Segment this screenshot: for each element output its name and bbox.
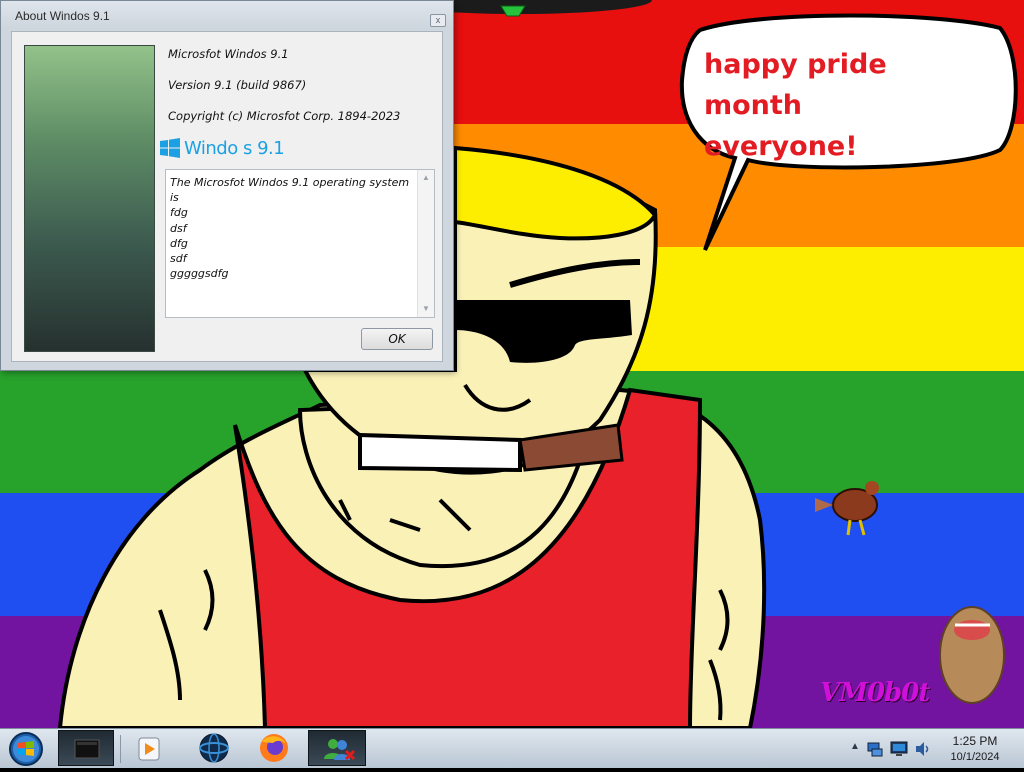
watermark-text: VM0b0t <box>820 678 930 708</box>
copyright-text: Copyright (c) Microsfot Corp. 1894-2023 <box>168 109 401 123</box>
mascot-sticker <box>939 606 1005 704</box>
messenger-icon <box>324 739 356 761</box>
dialog-title: About Windos 9.1 <box>15 9 110 23</box>
dialog-client-area: Microsfot Windos 9.1 Version 9.1 (build … <box>11 31 443 362</box>
firefox-icon <box>260 734 288 762</box>
description-line: fdg <box>170 206 188 220</box>
ok-button[interactable]: OK <box>361 328 433 350</box>
description-line: gggggsdfg <box>170 267 229 281</box>
show-hidden-icons-button[interactable]: ▲ <box>850 741 860 752</box>
description-line: dsf <box>170 221 187 235</box>
description-line: The Microsfot Windos 9.1 operating syste… <box>170 176 410 189</box>
description-line: is <box>170 191 179 205</box>
teeth <box>358 432 522 473</box>
description-line: sdf <box>170 252 187 266</box>
taskbar-item-firefox[interactable] <box>246 730 302 766</box>
windows-logo-icon <box>160 138 180 158</box>
taskbar-item-globe-browser[interactable] <box>186 730 242 766</box>
taskbar-item-media-player[interactable] <box>122 730 178 766</box>
version-text: Version 9.1 (build 9867) <box>168 78 307 92</box>
speech-bubble-text: happy pride month everyone! <box>704 44 994 167</box>
product-name: Microsfot Windos 9.1 <box>168 47 289 61</box>
network-icon[interactable] <box>866 740 884 758</box>
description-line: dfg <box>170 236 188 250</box>
taskbar-separator <box>120 735 121 763</box>
media-player-icon <box>138 737 160 761</box>
terminal-icon <box>74 739 100 759</box>
windows-wordmark: Windo s 9.1 <box>184 138 285 159</box>
dialog-titlebar[interactable]: About Windos 9.1 x <box>1 1 453 29</box>
start-button[interactable] <box>6 731 46 767</box>
close-icon: x <box>435 15 441 25</box>
clock-date[interactable]: 10/1/2024 <box>930 751 1020 763</box>
about-dialog: About Windos 9.1 x Microsfot Windos 9.1 … <box>0 0 454 371</box>
scroll-up-icon[interactable]: ▲ <box>421 173 431 183</box>
monitor-icon[interactable] <box>890 740 908 758</box>
clock-time[interactable]: 1:25 PM <box>930 734 1020 748</box>
description-textbox[interactable]: The Microsfot Windos 9.1 operating syste… <box>165 169 435 318</box>
speech-line-2: everyone! <box>704 131 858 162</box>
close-button[interactable]: x <box>430 14 446 27</box>
taskbar-item-messenger[interactable] <box>308 730 366 766</box>
scroll-down-icon[interactable]: ▼ <box>421 304 431 314</box>
speech-line-1: happy pride month <box>704 49 887 121</box>
vertical-scrollbar[interactable]: ▲ ▼ <box>417 170 434 317</box>
side-banner-image <box>24 45 155 352</box>
taskbar: ▲ <box>0 728 1024 768</box>
notch-indicator-icon <box>500 5 526 17</box>
globe-icon <box>199 733 229 763</box>
taskbar-item-command-prompt[interactable] <box>58 730 114 766</box>
bird-sticker <box>815 481 879 536</box>
description-text: The Microsfot Windos 9.1 operating syste… <box>170 175 415 281</box>
hair <box>453 145 658 241</box>
